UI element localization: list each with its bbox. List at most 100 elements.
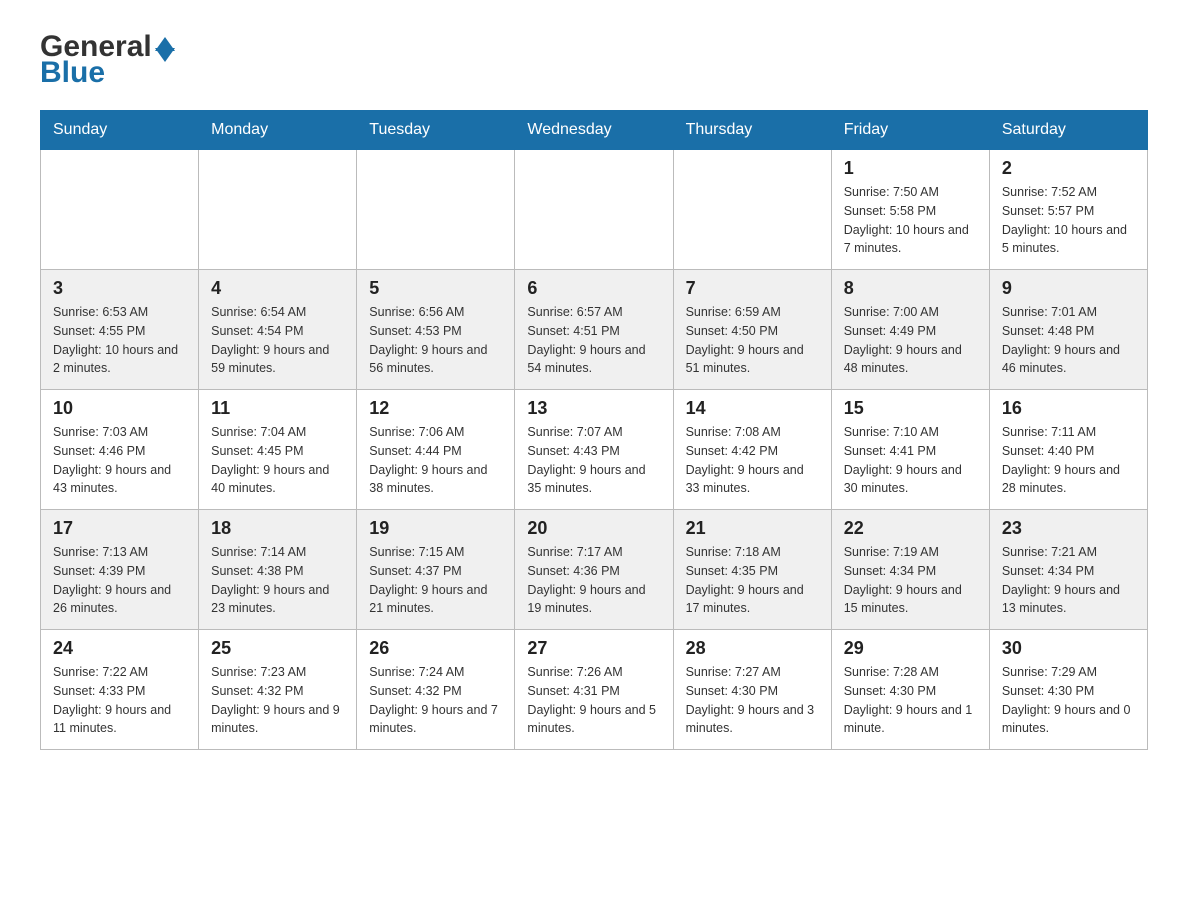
calendar-table: SundayMondayTuesdayWednesdayThursdayFrid…	[40, 110, 1148, 750]
day-info: Sunrise: 6:53 AM Sunset: 4:55 PM Dayligh…	[53, 303, 186, 378]
calendar-cell: 8 Sunrise: 7:00 AM Sunset: 4:49 PM Daylig…	[831, 270, 989, 390]
day-info: Sunrise: 7:22 AM Sunset: 4:33 PM Dayligh…	[53, 663, 186, 738]
day-info: Sunrise: 7:07 AM Sunset: 4:43 PM Dayligh…	[527, 423, 660, 498]
day-number: 11	[211, 398, 344, 419]
day-number: 9	[1002, 278, 1135, 299]
day-of-week-header: Saturday	[989, 111, 1147, 150]
day-info: Sunrise: 6:59 AM Sunset: 4:50 PM Dayligh…	[686, 303, 819, 378]
day-number: 26	[369, 638, 502, 659]
calendar-cell: 27 Sunrise: 7:26 AM Sunset: 4:31 PM Dayli…	[515, 630, 673, 750]
calendar-cell: 6 Sunrise: 6:57 AM Sunset: 4:51 PM Daylig…	[515, 270, 673, 390]
day-number: 24	[53, 638, 186, 659]
day-info: Sunrise: 7:29 AM Sunset: 4:30 PM Dayligh…	[1002, 663, 1135, 738]
day-info: Sunrise: 7:24 AM Sunset: 4:32 PM Dayligh…	[369, 663, 502, 738]
calendar-cell: 25 Sunrise: 7:23 AM Sunset: 4:32 PM Dayli…	[199, 630, 357, 750]
day-info: Sunrise: 7:13 AM Sunset: 4:39 PM Dayligh…	[53, 543, 186, 618]
calendar-cell: 23Sunrise: 7:21 AM Sunset: 4:34 PM Dayli…	[989, 510, 1147, 630]
day-of-week-header: Sunday	[41, 111, 199, 150]
day-of-week-header: Friday	[831, 111, 989, 150]
day-number: 29	[844, 638, 977, 659]
calendar-cell: 29Sunrise: 7:28 AM Sunset: 4:30 PM Dayli…	[831, 630, 989, 750]
calendar-week-row: 3 Sunrise: 6:53 AM Sunset: 4:55 PM Daylig…	[41, 270, 1148, 390]
calendar-cell: 16 Sunrise: 7:11 AM Sunset: 4:40 PM Dayli…	[989, 390, 1147, 510]
calendar-cell: 7 Sunrise: 6:59 AM Sunset: 4:50 PM Daylig…	[673, 270, 831, 390]
calendar-header-row: SundayMondayTuesdayWednesdayThursdayFrid…	[41, 111, 1148, 150]
logo-blue-text: Blue	[40, 56, 105, 90]
day-info: Sunrise: 6:56 AM Sunset: 4:53 PM Dayligh…	[369, 303, 502, 378]
calendar-cell: 1Sunrise: 7:50 AM Sunset: 5:58 PM Daylig…	[831, 150, 989, 270]
page-header: General Blue	[40, 30, 1148, 90]
calendar-week-row: 1Sunrise: 7:50 AM Sunset: 5:58 PM Daylig…	[41, 150, 1148, 270]
day-info: Sunrise: 7:11 AM Sunset: 4:40 PM Dayligh…	[1002, 423, 1135, 498]
day-info: Sunrise: 6:57 AM Sunset: 4:51 PM Dayligh…	[527, 303, 660, 378]
day-info: Sunrise: 7:14 AM Sunset: 4:38 PM Dayligh…	[211, 543, 344, 618]
day-number: 2	[1002, 158, 1135, 179]
day-info: Sunrise: 7:18 AM Sunset: 4:35 PM Dayligh…	[686, 543, 819, 618]
day-of-week-header: Tuesday	[357, 111, 515, 150]
day-info: Sunrise: 7:23 AM Sunset: 4:32 PM Dayligh…	[211, 663, 344, 738]
calendar-cell: 17Sunrise: 7:13 AM Sunset: 4:39 PM Dayli…	[41, 510, 199, 630]
day-number: 21	[686, 518, 819, 539]
calendar-cell: 2 Sunrise: 7:52 AM Sunset: 5:57 PM Daylig…	[989, 150, 1147, 270]
day-info: Sunrise: 7:17 AM Sunset: 4:36 PM Dayligh…	[527, 543, 660, 618]
day-number: 8	[844, 278, 977, 299]
day-info: Sunrise: 7:15 AM Sunset: 4:37 PM Dayligh…	[369, 543, 502, 618]
calendar-week-row: 10Sunrise: 7:03 AM Sunset: 4:46 PM Dayli…	[41, 390, 1148, 510]
calendar-cell: 9 Sunrise: 7:01 AM Sunset: 4:48 PM Daylig…	[989, 270, 1147, 390]
day-number: 18	[211, 518, 344, 539]
calendar-cell: 18 Sunrise: 7:14 AM Sunset: 4:38 PM Dayli…	[199, 510, 357, 630]
calendar-cell	[673, 150, 831, 270]
day-info: Sunrise: 7:10 AM Sunset: 4:41 PM Dayligh…	[844, 423, 977, 498]
day-info: Sunrise: 7:27 AM Sunset: 4:30 PM Dayligh…	[686, 663, 819, 738]
calendar-cell: 14 Sunrise: 7:08 AM Sunset: 4:42 PM Dayli…	[673, 390, 831, 510]
day-info: Sunrise: 7:08 AM Sunset: 4:42 PM Dayligh…	[686, 423, 819, 498]
calendar-cell: 28Sunrise: 7:27 AM Sunset: 4:30 PM Dayli…	[673, 630, 831, 750]
day-number: 1	[844, 158, 977, 179]
calendar-cell: 3 Sunrise: 6:53 AM Sunset: 4:55 PM Daylig…	[41, 270, 199, 390]
calendar-cell: 5 Sunrise: 6:56 AM Sunset: 4:53 PM Daylig…	[357, 270, 515, 390]
calendar-week-row: 24 Sunrise: 7:22 AM Sunset: 4:33 PM Dayli…	[41, 630, 1148, 750]
day-number: 25	[211, 638, 344, 659]
day-info: Sunrise: 7:52 AM Sunset: 5:57 PM Dayligh…	[1002, 183, 1135, 258]
calendar-cell: 10Sunrise: 7:03 AM Sunset: 4:46 PM Dayli…	[41, 390, 199, 510]
calendar-cell: 15 Sunrise: 7:10 AM Sunset: 4:41 PM Dayli…	[831, 390, 989, 510]
day-info: Sunrise: 6:54 AM Sunset: 4:54 PM Dayligh…	[211, 303, 344, 378]
calendar-cell: 4 Sunrise: 6:54 AM Sunset: 4:54 PM Daylig…	[199, 270, 357, 390]
day-info: Sunrise: 7:21 AM Sunset: 4:34 PM Dayligh…	[1002, 543, 1135, 618]
calendar-cell: 24 Sunrise: 7:22 AM Sunset: 4:33 PM Dayli…	[41, 630, 199, 750]
calendar-cell	[41, 150, 199, 270]
day-number: 4	[211, 278, 344, 299]
calendar-cell: 12Sunrise: 7:06 AM Sunset: 4:44 PM Dayli…	[357, 390, 515, 510]
day-info: Sunrise: 7:06 AM Sunset: 4:44 PM Dayligh…	[369, 423, 502, 498]
day-info: Sunrise: 7:01 AM Sunset: 4:48 PM Dayligh…	[1002, 303, 1135, 378]
day-info: Sunrise: 7:00 AM Sunset: 4:49 PM Dayligh…	[844, 303, 977, 378]
day-of-week-header: Thursday	[673, 111, 831, 150]
day-info: Sunrise: 7:04 AM Sunset: 4:45 PM Dayligh…	[211, 423, 344, 498]
day-number: 7	[686, 278, 819, 299]
calendar-cell	[515, 150, 673, 270]
day-of-week-header: Wednesday	[515, 111, 673, 150]
day-number: 3	[53, 278, 186, 299]
day-number: 14	[686, 398, 819, 419]
logo: General Blue	[40, 30, 175, 90]
day-number: 27	[527, 638, 660, 659]
calendar-cell: 30 Sunrise: 7:29 AM Sunset: 4:30 PM Dayli…	[989, 630, 1147, 750]
day-number: 15	[844, 398, 977, 419]
day-number: 16	[1002, 398, 1135, 419]
day-info: Sunrise: 7:26 AM Sunset: 4:31 PM Dayligh…	[527, 663, 660, 738]
day-number: 30	[1002, 638, 1135, 659]
calendar-cell: 13 Sunrise: 7:07 AM Sunset: 4:43 PM Dayli…	[515, 390, 673, 510]
day-number: 20	[527, 518, 660, 539]
calendar-cell: 21 Sunrise: 7:18 AM Sunset: 4:35 PM Dayli…	[673, 510, 831, 630]
day-number: 13	[527, 398, 660, 419]
calendar-cell	[199, 150, 357, 270]
day-number: 6	[527, 278, 660, 299]
day-info: Sunrise: 7:03 AM Sunset: 4:46 PM Dayligh…	[53, 423, 186, 498]
calendar-cell: 19 Sunrise: 7:15 AM Sunset: 4:37 PM Dayli…	[357, 510, 515, 630]
day-number: 19	[369, 518, 502, 539]
calendar-cell: 26 Sunrise: 7:24 AM Sunset: 4:32 PM Dayli…	[357, 630, 515, 750]
calendar-cell: 22Sunrise: 7:19 AM Sunset: 4:34 PM Dayli…	[831, 510, 989, 630]
day-of-week-header: Monday	[199, 111, 357, 150]
day-number: 5	[369, 278, 502, 299]
calendar-week-row: 17Sunrise: 7:13 AM Sunset: 4:39 PM Dayli…	[41, 510, 1148, 630]
